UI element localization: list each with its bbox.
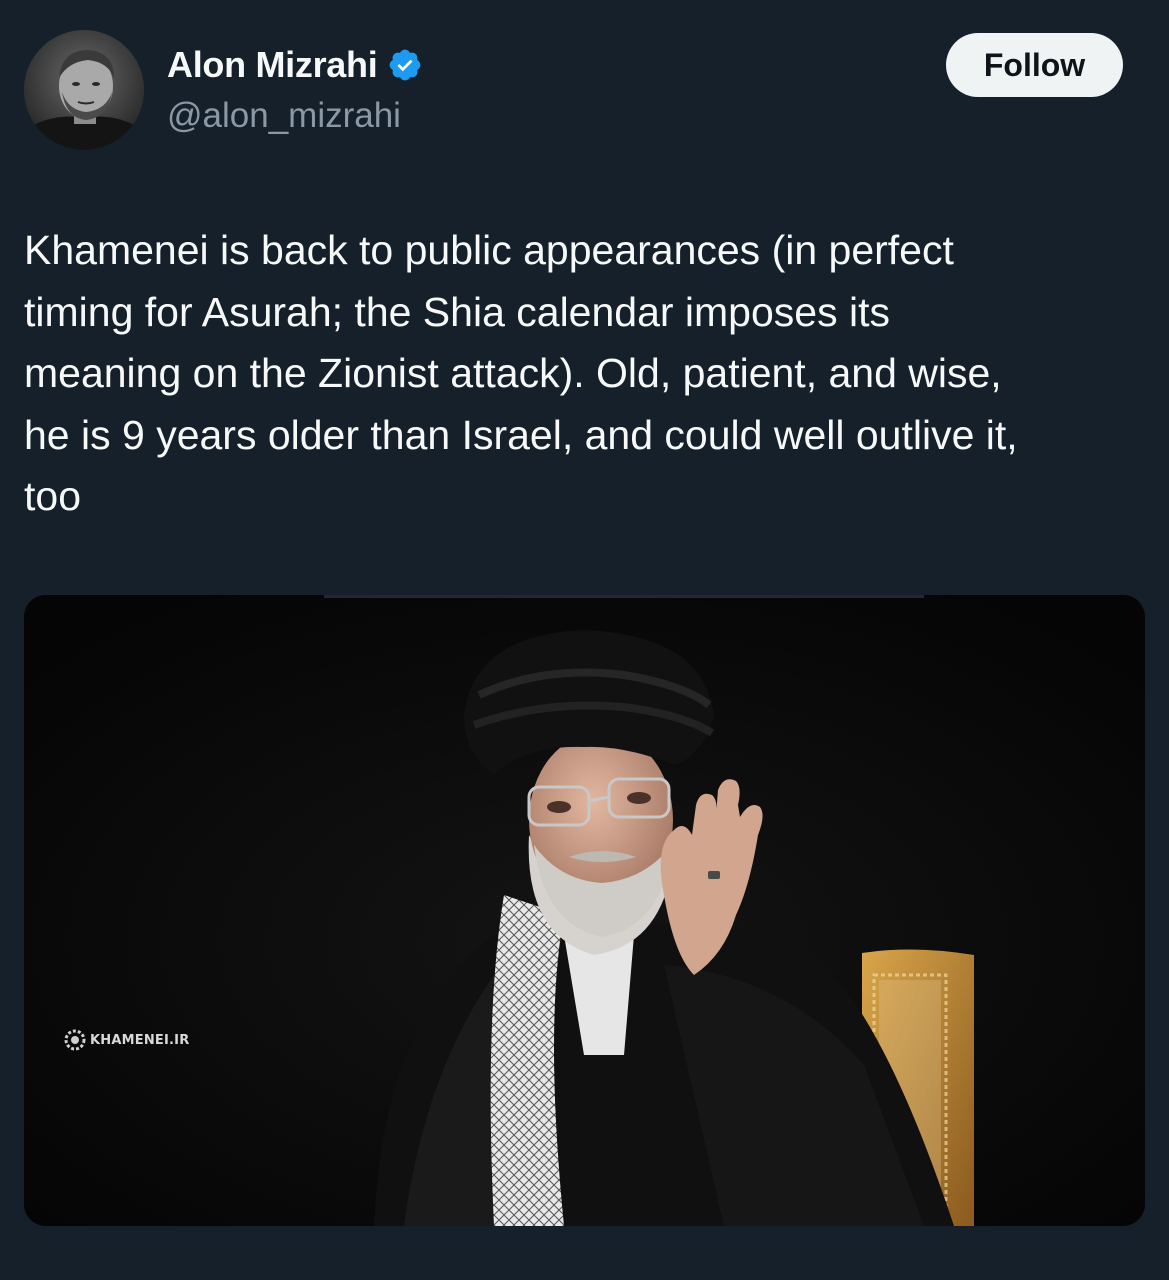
author-handle[interactable]: @alon_mizrahi [167, 96, 401, 136]
watermark-text: KHAMENEI.IR [90, 1032, 190, 1048]
author-avatar[interactable] [24, 30, 144, 150]
tweet-text: Khamenei is back to public appearances (… [24, 227, 1018, 519]
verified-badge-icon [387, 47, 423, 83]
follow-button[interactable]: Follow [946, 33, 1123, 97]
author-display-name[interactable]: Alon Mizrahi [167, 44, 378, 86]
tweet-card: Alon Mizrahi @alon_mizrahi Follow Khamen… [0, 0, 1169, 1280]
gear-logo-icon [64, 1029, 86, 1051]
tweet-media-image[interactable]: KHAMENEI.IR [24, 595, 1145, 1226]
author-name-row: Alon Mizrahi [167, 44, 423, 86]
media-watermark: KHAMENEI.IR [62, 1027, 189, 1053]
